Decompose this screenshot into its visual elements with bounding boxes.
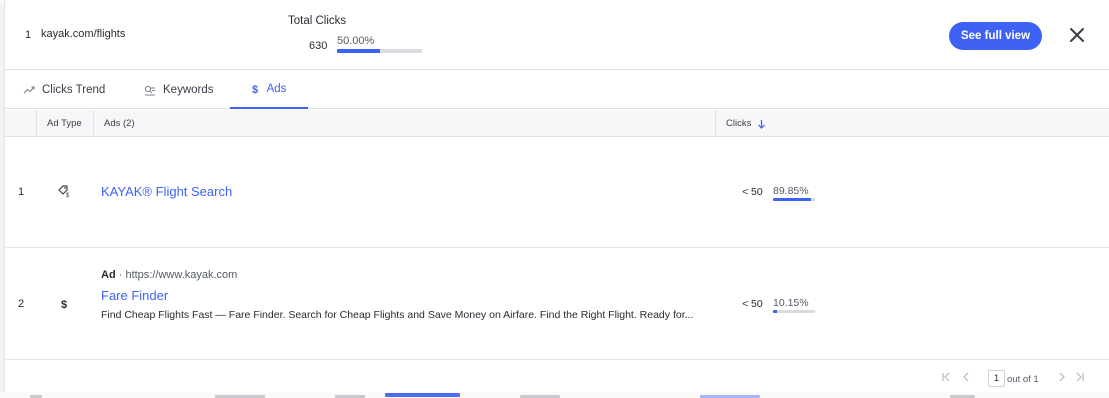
sort-descending-icon[interactable]: [757, 119, 766, 129]
clicks-progress: [773, 310, 815, 313]
dollar-icon: $: [252, 84, 258, 95]
next-page-icon[interactable]: [1057, 372, 1067, 385]
row-rank: 2: [18, 298, 25, 310]
ad-source-line: Ad · https://www.kayak.com: [101, 269, 238, 281]
shopping-tag-icon: $: [57, 184, 71, 203]
trend-icon: [23, 86, 35, 94]
total-clicks-progress: [337, 49, 422, 53]
ad-url: https://www.kayak.com: [125, 269, 238, 281]
total-clicks-value: 630: [309, 40, 328, 52]
tab-label: Keywords: [163, 84, 214, 96]
ad-label: Ad: [101, 269, 116, 281]
detail-panel: 1 kayak.com/flights Total Clicks 630 50.…: [4, 0, 1109, 396]
ads-column-header[interactable]: Ads (2): [93, 110, 715, 137]
first-page-icon[interactable]: [941, 372, 951, 385]
keywords-icon: [144, 85, 155, 95]
tab-keywords[interactable]: Keywords: [144, 71, 214, 109]
clicks-value: < 50: [742, 186, 763, 198]
ad-title-link[interactable]: Fare Finder: [101, 288, 168, 303]
tab-bar: Clicks Trend Keywords $ Ads: [5, 71, 1109, 109]
table-header: Ad Type Ads (2) Clicks: [5, 110, 1109, 137]
ad-title-link[interactable]: KAYAK® Flight Search: [101, 184, 232, 199]
tab-label: Clicks Trend: [42, 84, 106, 96]
ad-description: Find Cheap Flights Fast — Fare Finder. S…: [101, 309, 694, 321]
dollar-icon: $: [61, 297, 69, 315]
see-full-view-button[interactable]: See full view: [949, 22, 1042, 50]
clicks-percent: 10.15%: [773, 297, 809, 309]
previous-page-icon[interactable]: [961, 372, 971, 385]
svg-text:$: $: [61, 299, 67, 310]
pagination: 1 out of 1: [5, 361, 1109, 396]
page-number-input[interactable]: 1: [988, 370, 1005, 387]
clicks-percent: 89.85%: [773, 185, 809, 197]
table-row: 1 $ KAYAK® Flight Search < 50 89.85%: [5, 137, 1109, 248]
row-rank: 1: [18, 186, 25, 198]
ad-type-column-header[interactable]: Ad Type: [36, 110, 93, 137]
tab-clicks-trend[interactable]: Clicks Trend: [23, 71, 105, 109]
total-clicks-percent: 50.00%: [337, 35, 375, 47]
result-url: kayak.com/flights: [41, 28, 126, 40]
page-total-label: out of 1: [1007, 374, 1039, 385]
tab-ads[interactable]: $ Ads: [230, 71, 308, 109]
clicks-value: < 50: [742, 298, 763, 310]
result-rank: 1: [25, 29, 32, 41]
background-page-bottom: [0, 392, 1109, 398]
table-row: 2 $ Ad · https://www.kayak.com Fare Find…: [5, 248, 1109, 360]
tab-label: Ads: [266, 83, 287, 95]
panel-header: 1 kayak.com/flights Total Clicks 630 50.…: [5, 0, 1109, 70]
total-clicks-label: Total Clicks: [288, 15, 347, 27]
clicks-column-header[interactable]: Clicks: [715, 110, 1109, 137]
rank-column-header: [5, 110, 36, 137]
svg-text:$: $: [252, 84, 258, 95]
clicks-progress: [773, 198, 815, 201]
close-icon[interactable]: [1068, 26, 1086, 44]
svg-text:$: $: [66, 193, 70, 198]
last-page-icon[interactable]: [1075, 372, 1085, 385]
